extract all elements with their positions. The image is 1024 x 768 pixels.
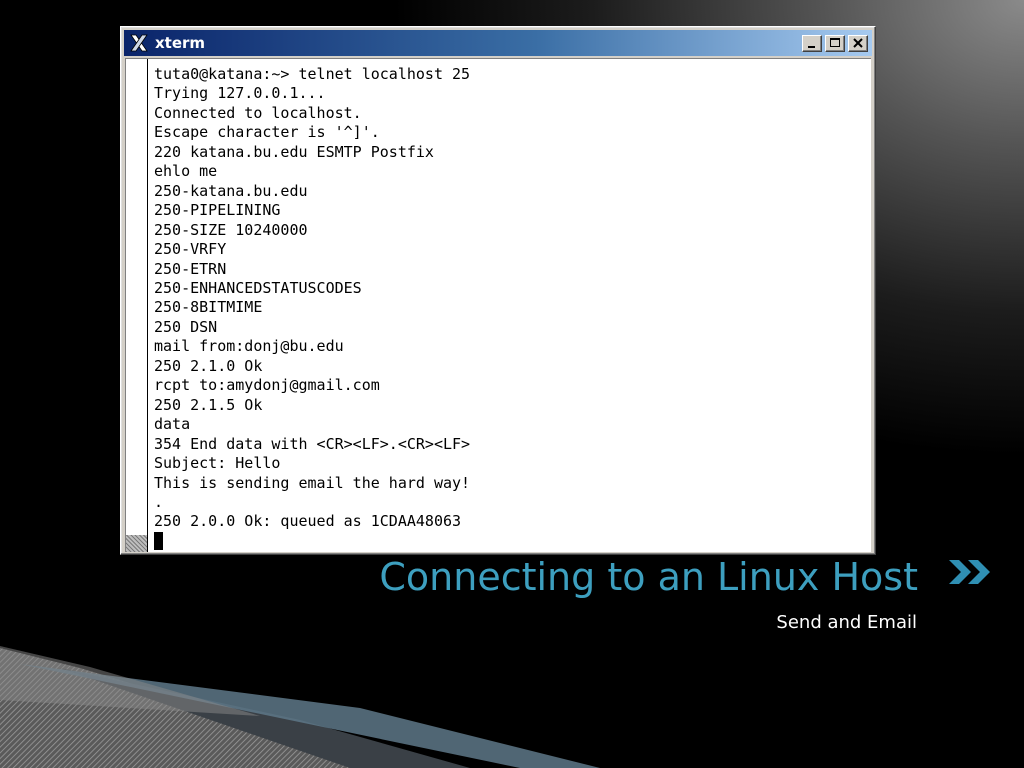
terminal-cursor [154, 531, 163, 550]
terminal-output: tuta0@katana:~> telnet localhost 25 Tryi… [154, 65, 470, 552]
double-chevron-right-icon[interactable] [946, 557, 994, 587]
terminal-line: rcpt to:amydonj@gmail.com [154, 376, 380, 395]
terminal-line: 250-8BITMIME [154, 298, 263, 317]
terminal-line: mail from:donj@bu.edu [154, 337, 344, 356]
terminal-line: Escape character is '^]'. [154, 123, 380, 142]
terminal-line: . [154, 492, 164, 511]
terminal-line: 250-PIPELINING [154, 201, 281, 220]
terminal-line: 250-VRFY [154, 240, 227, 259]
terminal-line: tuta0@katana:~> telnet localhost 25 [154, 65, 471, 83]
maximize-button[interactable] [825, 35, 845, 52]
terminal-line: Trying 127.0.0.1... [154, 84, 326, 103]
terminal-line: 250 2.0.0 Ok: queued as 1CDAA48063 [154, 512, 462, 531]
close-icon [853, 38, 863, 48]
terminal-line: 250-katana.bu.edu [154, 181, 308, 200]
terminal-line: ehlo me [154, 162, 218, 181]
terminal-line: 250 2.1.0 Ok [154, 356, 263, 375]
terminal-line: 250 DSN [154, 317, 218, 336]
terminal-line: 354 End data with <CR><LF>.<CR><LF> [154, 434, 471, 453]
x-window-icon [130, 34, 148, 52]
terminal-line: Subject: Hello [154, 454, 281, 473]
terminal-line: 220 katana.bu.edu ESMTP Postfix [154, 142, 434, 161]
slide-subtitle: Send and Email [776, 612, 917, 633]
terminal-line: 250 2.1.5 Ok [154, 395, 263, 414]
minimize-button[interactable] [802, 35, 822, 52]
terminal-line: 250-ENHANCEDSTATUSCODES [154, 278, 362, 297]
terminal-line: data [154, 415, 191, 434]
terminal-line: 250-SIZE 10240000 [154, 220, 308, 239]
terminal-area[interactable]: tuta0@katana:~> telnet localhost 25 Tryi… [125, 58, 871, 552]
xterm-window[interactable]: xterm tuta0@katana:~> telnet localhost 2… [120, 26, 876, 555]
maximize-icon [830, 38, 840, 47]
terminal-line: 250-ETRN [154, 259, 227, 278]
window-title: xterm [155, 34, 206, 52]
window-titlebar[interactable]: xterm [124, 30, 872, 56]
terminal-line: Connected to localhost. [154, 103, 362, 122]
minimize-icon [808, 46, 815, 48]
terminal-line: This is sending email the hard way! [154, 473, 471, 492]
scrollbar[interactable] [126, 59, 148, 552]
scrollbar-thumb[interactable] [126, 535, 147, 552]
close-button[interactable] [848, 35, 868, 52]
slide-title: Connecting to an Linux Host [379, 555, 918, 599]
